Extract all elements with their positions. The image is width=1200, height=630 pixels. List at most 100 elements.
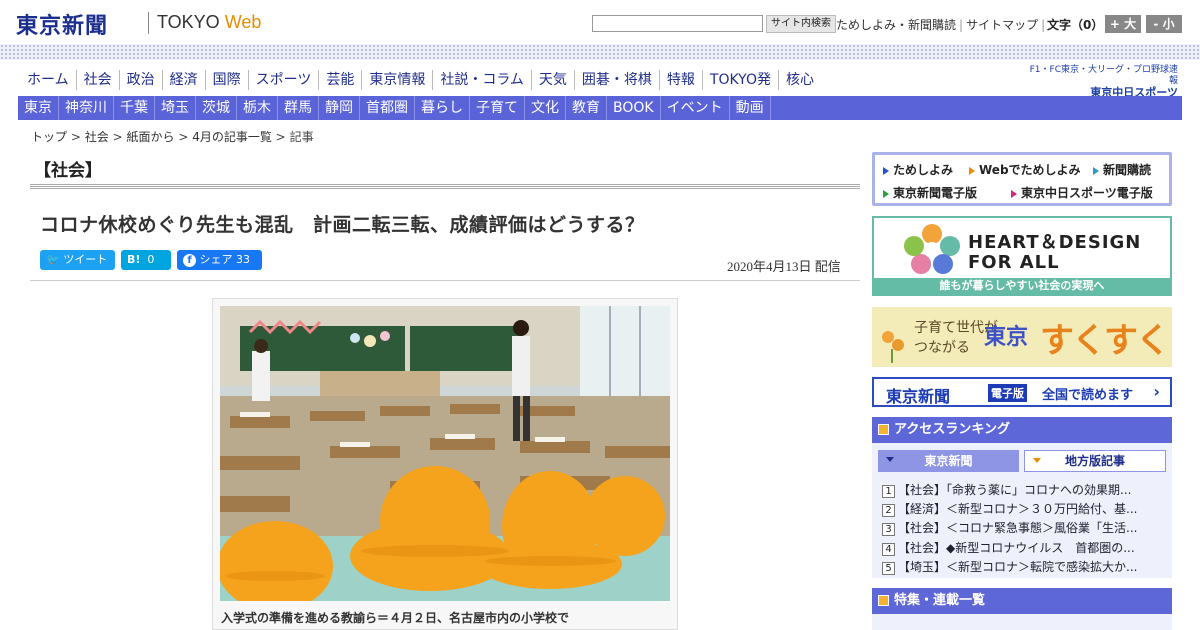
breadcrumb-sep: > bbox=[112, 130, 123, 144]
nav-item-home[interactable]: ホーム bbox=[20, 70, 76, 90]
breadcrumb-sep: > bbox=[70, 130, 81, 144]
ranking-item-text: 【社会】「命救う薬に」コロナへの効果期... bbox=[898, 483, 1132, 497]
flower-logo-icon bbox=[904, 224, 960, 274]
rank-number: 4 bbox=[882, 543, 895, 556]
breadcrumb-current: 記事 bbox=[289, 130, 314, 144]
ranking-item-text: 【経済】＜新型コロナ＞３０万円給付、基... bbox=[898, 502, 1138, 516]
logo-divider bbox=[148, 12, 149, 34]
features-panel bbox=[872, 614, 1172, 630]
ranking-tab-tokyo[interactable]: 東京新聞 bbox=[878, 450, 1019, 472]
nav-item-entertainment[interactable]: 芸能 bbox=[318, 70, 361, 90]
font-bigger-button[interactable]: + 大 bbox=[1105, 15, 1141, 33]
nav-item-tokyo-info[interactable]: 東京情報 bbox=[361, 70, 432, 90]
heart-design-tagline: 誰もが暮らしやすい社会の実現へ bbox=[874, 278, 1170, 294]
nav-item-tokyo-hatsu[interactable]: TOKYO発 bbox=[701, 70, 778, 90]
tokyo-web-logo[interactable]: TOKYO Web bbox=[157, 12, 261, 33]
triangle-arrow-icon bbox=[1093, 166, 1099, 175]
facebook-share-count: 33 bbox=[236, 253, 250, 266]
nav-item-international[interactable]: 国際 bbox=[204, 70, 248, 90]
main-nav: ホーム 社会 政治 経済 国際 スポーツ 芸能 東京情報 社説・コラム 天気 囲… bbox=[20, 70, 821, 90]
triangle-arrow-icon bbox=[1011, 189, 1017, 198]
tokyo-web-prefix: TOKYO bbox=[157, 12, 225, 32]
region-item[interactable]: 東京 bbox=[18, 96, 59, 120]
promo-link-chunichi-e-paper[interactable]: 東京中日スポーツ電子版 bbox=[1011, 184, 1153, 201]
ranking-item[interactable]: 5 【埼玉】＜新型コロナ＞転院で感染拡大か... bbox=[882, 558, 1162, 575]
nav-item-editorial[interactable]: 社説・コラム bbox=[432, 70, 531, 90]
promo-link-subscribe[interactable]: 新聞購読 bbox=[1093, 161, 1151, 178]
features-header: 特集・連載一覧 bbox=[872, 588, 1172, 614]
e-paper-text: 全国で読めます bbox=[1042, 388, 1134, 403]
heart-design-title: HEART＆DESIGN bbox=[968, 232, 1142, 253]
features-title: 特集・連載一覧 bbox=[894, 593, 986, 608]
facebook-share-button[interactable]: f シェア 33 bbox=[177, 250, 262, 270]
nav-item-kakushin[interactable]: 核心 bbox=[777, 70, 821, 90]
ranking-item[interactable]: 3 【社会】＜コロナ緊急事態＞風俗業「生活... bbox=[882, 519, 1162, 536]
sukusuku-banner[interactable]: 子育て世代が つながる 東京 すくすく bbox=[872, 307, 1172, 367]
square-bullet-icon bbox=[878, 424, 889, 435]
twitter-bird-icon: 🐦 bbox=[46, 253, 60, 266]
nav-item-society[interactable]: 社会 bbox=[75, 70, 119, 90]
subscription-links-box: ためしよみ Webでためしよみ 新聞購読 東京新聞電子版 東京中日スポーツ電子版 bbox=[872, 152, 1172, 206]
site-search-button[interactable]: サイト内検索 bbox=[766, 15, 836, 33]
region-item[interactable]: 静岡 bbox=[319, 96, 360, 120]
region-item[interactable]: 教育 bbox=[566, 96, 607, 120]
photo-caption: 入学式の準備を進める教諭ら＝４月２日、名古屋市内の小学校で bbox=[221, 611, 570, 625]
ranking-item[interactable]: 1 【社会】「命救う薬に」コロナへの効果期... bbox=[882, 481, 1162, 498]
region-item[interactable]: イベント bbox=[661, 96, 730, 120]
category-rule bbox=[30, 184, 860, 190]
chunichi-sports-banner[interactable]: F1・FC東京・大リーグ・プロ野球速報 東京中日スポーツ bbox=[1028, 65, 1178, 100]
region-item[interactable]: 動画 bbox=[730, 96, 771, 120]
region-item[interactable]: 埼玉 bbox=[155, 96, 196, 120]
nav-item-go-shogi[interactable]: 囲碁・将棋 bbox=[573, 70, 659, 90]
hatena-bookmark-button[interactable]: B! 0 bbox=[121, 250, 171, 270]
sukusuku-brand-logo: すくすく bbox=[1040, 321, 1170, 361]
nav-item-weather[interactable]: 天気 bbox=[530, 70, 574, 90]
hatena-count: 0 bbox=[147, 253, 155, 266]
ranking-item-text: 【埼玉】＜新型コロナ＞転院で感染拡大か... bbox=[898, 560, 1138, 574]
site-search-input[interactable] bbox=[592, 15, 763, 32]
tweet-label: ツイート bbox=[63, 253, 108, 266]
region-item[interactable]: 群馬 bbox=[278, 96, 319, 120]
region-item[interactable]: 子育て bbox=[470, 96, 525, 120]
header-link-subscribe[interactable]: ためしよみ・新聞購読 bbox=[836, 18, 956, 32]
region-item[interactable]: 栃木 bbox=[237, 96, 278, 120]
region-item[interactable]: 神奈川 bbox=[59, 96, 114, 120]
region-item[interactable]: 文化 bbox=[525, 96, 566, 120]
ranking-tab-local[interactable]: 地方版記事 bbox=[1024, 450, 1166, 472]
nav-item-politics[interactable]: 政治 bbox=[118, 70, 162, 90]
region-item[interactable]: 千葉 bbox=[114, 96, 155, 120]
breadcrumb-print[interactable]: 紙面から bbox=[126, 130, 174, 144]
promo-link-web-trial[interactable]: Webでためしよみ bbox=[969, 161, 1081, 178]
ranking-item[interactable]: 4 【社会】◆新型コロナウイルス 首都圏の... bbox=[882, 539, 1162, 556]
font-smaller-button[interactable]: - 小 bbox=[1146, 15, 1182, 33]
classroom-photo[interactable] bbox=[220, 306, 670, 601]
triangle-arrow-icon bbox=[883, 166, 889, 175]
promo-link-trial[interactable]: ためしよみ bbox=[883, 161, 953, 178]
tokyo-shimbun-logo[interactable]: 東京新聞 bbox=[16, 8, 108, 40]
breadcrumb-april[interactable]: 4月の記事一覧 bbox=[192, 130, 272, 144]
facebook-icon: f bbox=[183, 254, 196, 267]
breadcrumb-sep: > bbox=[178, 130, 189, 144]
ranking-item[interactable]: 2 【経済】＜新型コロナ＞３０万円給付、基... bbox=[882, 500, 1162, 517]
tweet-button[interactable]: 🐦 ツイート bbox=[40, 250, 115, 270]
heart-design-banner[interactable]: HEART＆DESIGN FOR ALL 誰もが暮らしやすい社会の実現へ bbox=[872, 216, 1172, 296]
rank-number: 5 bbox=[882, 562, 895, 575]
region-item[interactable]: 首都圏 bbox=[360, 96, 415, 120]
header-link-sitemap[interactable]: サイトマップ bbox=[966, 18, 1038, 32]
region-item[interactable]: BOOK bbox=[607, 96, 661, 120]
breadcrumb-top[interactable]: トップ bbox=[31, 130, 67, 144]
article-date: 2020年4月13日 配信 bbox=[727, 259, 841, 274]
tokyo-web-accent: Web bbox=[224, 12, 262, 32]
breadcrumb: トップ > 社会 > 紙面から > 4月の記事一覧 > 記事 bbox=[31, 128, 314, 145]
e-paper-banner[interactable]: 東京新聞 電子版 全国で読めます › bbox=[872, 377, 1172, 407]
nav-item-sports[interactable]: スポーツ bbox=[247, 70, 319, 90]
header-divider bbox=[30, 280, 860, 281]
promo-link-e-paper[interactable]: 東京新聞電子版 bbox=[883, 184, 977, 201]
region-item[interactable]: 暮らし bbox=[415, 96, 470, 120]
nav-item-economy[interactable]: 経済 bbox=[161, 70, 205, 90]
article-category: 【社会】 bbox=[34, 161, 102, 181]
breadcrumb-society[interactable]: 社会 bbox=[85, 130, 109, 144]
region-item[interactable]: 茨城 bbox=[196, 96, 237, 120]
ranking-panel: 東京新聞 地方版記事 1 【社会】「命救う薬に」コロナへの効果期... 2 【経済】… bbox=[872, 443, 1172, 578]
nav-item-tokuho[interactable]: 特報 bbox=[658, 70, 702, 90]
